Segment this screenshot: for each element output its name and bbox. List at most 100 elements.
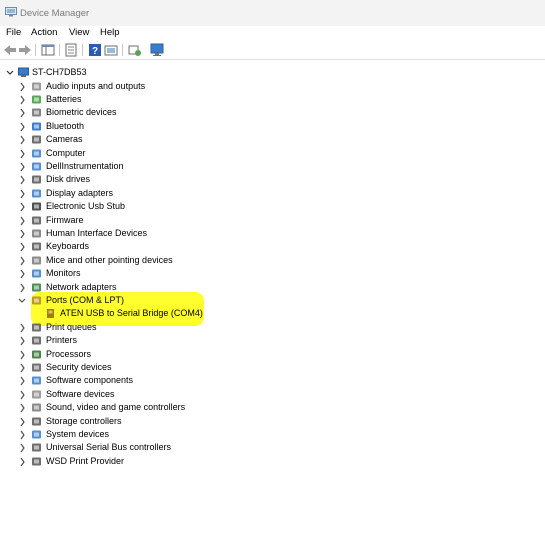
chevron-down-icon[interactable] xyxy=(6,68,14,78)
tree-category-label: Monitors xyxy=(46,268,81,279)
update-driver-icon[interactable] xyxy=(104,43,118,57)
properties-icon[interactable] xyxy=(64,43,78,57)
menu-file[interactable]: File xyxy=(6,27,21,38)
network-adapter-icon xyxy=(32,283,41,291)
chevron-right-icon[interactable] xyxy=(18,350,26,360)
tree-category-label: Bluetooth xyxy=(46,120,85,131)
tree-category[interactable]: Display adapters xyxy=(0,187,545,200)
tree-category[interactable]: Software components xyxy=(0,374,545,387)
chevron-right-icon[interactable] xyxy=(18,95,26,105)
chevron-right-icon[interactable] xyxy=(18,403,26,413)
mouse-icon xyxy=(32,256,41,265)
chevron-right-icon[interactable] xyxy=(18,122,26,132)
tree-category[interactable]: Network adapters xyxy=(0,281,545,294)
window-title: Device Manager xyxy=(20,8,90,19)
chevron-right-icon[interactable] xyxy=(18,376,26,386)
chevron-down-icon[interactable] xyxy=(18,296,26,306)
tree-device-label: ATEN USB to Serial Bridge (COM4) xyxy=(60,308,203,319)
disk-drive-icon xyxy=(32,175,41,184)
tree-category[interactable]: Keyboards xyxy=(0,240,545,253)
tree-category[interactable]: Computer xyxy=(0,147,545,160)
security-device-icon xyxy=(32,363,41,372)
tree-category[interactable]: Universal Serial Bus controllers xyxy=(0,441,545,454)
chevron-right-icon[interactable] xyxy=(18,82,26,92)
chevron-right-icon[interactable] xyxy=(18,229,26,239)
chevron-right-icon[interactable] xyxy=(18,189,26,199)
tree-category[interactable]: Print queues xyxy=(0,321,545,334)
monitor-icon[interactable] xyxy=(150,43,164,57)
chip-icon xyxy=(32,162,41,171)
tree-category-label: Firmware xyxy=(46,214,84,225)
toolbar-separator xyxy=(59,44,60,56)
scan-hardware-icon[interactable] xyxy=(128,43,142,57)
menu-action[interactable]: Action xyxy=(31,27,57,38)
chevron-right-icon[interactable] xyxy=(18,108,26,118)
tree-category-label: WSD Print Provider xyxy=(46,455,125,466)
tree-category[interactable]: System devices xyxy=(0,428,545,441)
tree-category[interactable]: Bluetooth xyxy=(0,120,545,133)
tree-category[interactable]: Firmware xyxy=(0,214,545,227)
tree-root-label: ST-CH7DB53 xyxy=(32,67,87,77)
serial-port-icon xyxy=(47,309,54,319)
forward-icon[interactable] xyxy=(18,43,32,57)
chevron-right-icon[interactable] xyxy=(18,390,26,400)
tree-category[interactable]: Disk drives xyxy=(0,173,545,186)
chevron-right-icon[interactable] xyxy=(18,417,26,427)
tree-category[interactable]: Biometric devices xyxy=(0,106,545,119)
software-device-icon xyxy=(32,390,41,399)
tree-category[interactable]: Monitors xyxy=(0,267,545,280)
tree-category[interactable]: Human Interface Devices xyxy=(0,227,545,240)
tree-category-label: Electronic Usb Stub xyxy=(46,201,126,212)
tree-category[interactable]: Processors xyxy=(0,348,545,361)
tree-category[interactable]: Storage controllers xyxy=(0,415,545,428)
tree-category[interactable]: DellInstrumentation xyxy=(0,160,545,173)
chevron-right-icon[interactable] xyxy=(18,175,26,185)
tree-category[interactable]: Ports (COM & LPT) xyxy=(0,294,545,307)
sound-icon xyxy=(32,403,41,412)
tree-category-label: Universal Serial Bus controllers xyxy=(46,442,172,453)
chevron-right-icon[interactable] xyxy=(18,457,26,467)
toolbar-separator xyxy=(35,44,36,56)
printer-icon xyxy=(32,336,41,345)
chevron-right-icon[interactable] xyxy=(18,323,26,333)
chevron-right-icon[interactable] xyxy=(18,269,26,279)
tree-device[interactable]: ATEN USB to Serial Bridge (COM4) xyxy=(0,307,545,320)
chevron-right-icon[interactable] xyxy=(18,430,26,440)
tree-category[interactable]: Audio inputs and outputs xyxy=(0,80,545,93)
tree-category-label: Human Interface Devices xyxy=(46,227,148,238)
tree-category-label: Software devices xyxy=(46,388,115,399)
chevron-right-icon[interactable] xyxy=(18,443,26,453)
chevron-right-icon[interactable] xyxy=(18,216,26,226)
tree-category-label: Ports (COM & LPT) xyxy=(46,294,125,305)
tree-category[interactable]: Sound, video and game controllers xyxy=(0,401,545,414)
tree-category[interactable]: WSD Print Provider xyxy=(0,455,545,468)
tree-category[interactable]: Electronic Usb Stub xyxy=(0,200,545,213)
chevron-right-icon[interactable] xyxy=(18,256,26,266)
chevron-right-icon[interactable] xyxy=(18,135,26,145)
chevron-right-icon[interactable] xyxy=(18,336,26,346)
tree-category[interactable]: Printers xyxy=(0,334,545,347)
tree-category[interactable]: Mice and other pointing devices xyxy=(0,254,545,267)
tree-category[interactable]: Batteries xyxy=(0,93,545,106)
chevron-right-icon[interactable] xyxy=(18,283,26,293)
tree-category-label: Printers xyxy=(46,335,78,346)
menu-help[interactable]: Help xyxy=(100,27,120,38)
chevron-right-icon[interactable] xyxy=(18,149,26,159)
tree-category-label: System devices xyxy=(46,428,110,439)
tree-root[interactable]: ST-CH7DB53 xyxy=(0,66,545,79)
bluetooth-icon xyxy=(32,122,41,131)
tree-category[interactable]: Security devices xyxy=(0,361,545,374)
menu-view[interactable]: View xyxy=(69,27,89,38)
chevron-right-icon[interactable] xyxy=(18,363,26,373)
help-icon[interactable]: ? xyxy=(88,43,102,57)
show-hide-console-tree-icon[interactable] xyxy=(41,43,55,57)
usb-stub-icon xyxy=(32,202,41,211)
tree-category-label: Biometric devices xyxy=(46,107,117,118)
back-icon[interactable] xyxy=(3,43,17,57)
tree-category[interactable]: Software devices xyxy=(0,388,545,401)
chevron-right-icon[interactable] xyxy=(18,242,26,252)
chevron-right-icon[interactable] xyxy=(18,162,26,172)
keyboard-icon xyxy=(32,242,41,251)
tree-category[interactable]: Cameras xyxy=(0,133,545,146)
chevron-right-icon[interactable] xyxy=(18,202,26,212)
